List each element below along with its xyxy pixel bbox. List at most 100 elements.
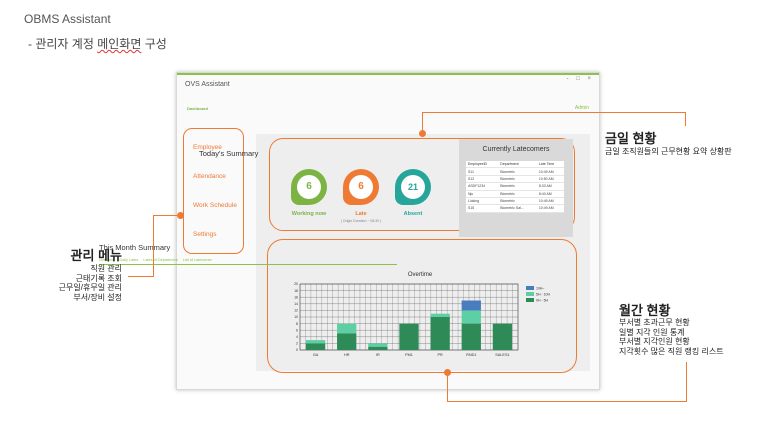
cell: Biometric (498, 167, 537, 176)
bar-segment (399, 323, 419, 350)
menu-highlight-frame: Employee Attendance Work Schedule Settin… (183, 128, 244, 254)
table-row[interactable]: Nju Biometric 8:40 AM (466, 190, 564, 198)
table-row[interactable]: S11 Biometric 10:49 AM (466, 167, 564, 176)
cell: S12 (466, 175, 499, 184)
bar-segment (461, 300, 481, 311)
annotation-line-today (422, 112, 686, 113)
menu-item-work-schedule[interactable]: Work Schedule (193, 202, 237, 209)
cell: S15 (466, 204, 499, 213)
tab-daily-lates[interactable]: Daily Lates (119, 258, 138, 262)
y-tick-label: 8 (296, 322, 298, 326)
y-tick-label: 4 (296, 335, 298, 339)
legend-label: 0H - 5H (536, 298, 549, 302)
doc-subtitle-prefix: - 관리자 계정 (28, 37, 98, 51)
column-header[interactable]: Late Time (536, 161, 564, 169)
annotation-menu-title: 관리 메뉴 (70, 248, 122, 263)
cell: Lioking (466, 197, 499, 206)
annotation-menu-lines: 직원 관리 근태기록 조회 근무일/휴무일 관리 부서/장비 설정 (20, 264, 122, 302)
today-summary-title: Today's Summary (199, 149, 259, 158)
cell: S11 (466, 167, 499, 176)
x-tick-label: RND1 (466, 353, 476, 357)
x-tick-label: SALES1 (495, 353, 509, 357)
table-row[interactable]: ASDF1234 Biometric 8:33 AM (466, 182, 564, 191)
bar-segment (492, 323, 513, 350)
y-tick-label: 12 (294, 309, 298, 313)
cell: Biometric (498, 182, 537, 191)
month-summary-tabs: Overtime Daily Lates Lates of Department… (99, 258, 397, 265)
cell: Biometric Sal... (498, 204, 537, 213)
annotation-month-line: 일별 지각 인원 통계 (619, 327, 685, 337)
annotation-line-menu-bottom (128, 276, 154, 277)
doc-subtitle: - 관리자 계정 메인화면 구성 (28, 35, 167, 52)
bar-segment (337, 323, 357, 334)
legend-label: 5H - 10H (536, 292, 550, 296)
annotation-month-title: 월간 현황 (619, 303, 671, 318)
menu-item-settings[interactable]: Settings (193, 231, 217, 238)
x-tick-label: PR (438, 353, 444, 357)
window-controls[interactable]: - □ × (567, 76, 594, 82)
window-title: OVS Assistant (185, 81, 230, 88)
y-tick-label: 6 (296, 328, 298, 332)
annotation-month-line: 부서별 지각인원 현황 (619, 337, 690, 346)
tab-list-of-latecomer[interactable]: List of Latecomer (183, 258, 212, 262)
late-gauge[interactable]: 6 (343, 169, 379, 205)
annotation-dot-month (444, 369, 451, 376)
absent-value: 21 (401, 175, 425, 199)
annotation-line-menu-top (153, 215, 180, 216)
cell: Nju (466, 190, 499, 198)
cell: 10:49 AM (536, 167, 564, 176)
annotation-menu-line: 부서/장비 설정 (73, 292, 122, 302)
annotation-month-line: 부서별 초과근무 현황 (619, 318, 690, 327)
admin-link[interactable]: Admin (575, 105, 589, 111)
latecomers-title: Currently Latecomers (482, 146, 550, 153)
tab-dashboard[interactable]: Dashboard (187, 106, 208, 111)
annotation-today-title: 금일 현황 (605, 131, 657, 146)
cell: 10:50 AM (536, 175, 564, 184)
latecomers-panel: Currently Latecomers EmployeeID Departme… (459, 139, 573, 237)
doc-subtitle-suffix: 구성 (141, 37, 167, 51)
tab-lates-of-department[interactable]: Lates of Department (143, 258, 177, 262)
bar-segment (461, 310, 481, 324)
table-row[interactable]: S15 Biometric Sal... 10:49 AM (466, 204, 564, 213)
column-header[interactable]: EmployeeID (466, 161, 499, 169)
column-header[interactable]: Department (498, 161, 537, 169)
absent-gauge[interactable]: 21 (395, 169, 431, 205)
cell: 10:49 AM (536, 197, 564, 206)
menu-item-attendance[interactable]: Attendance (193, 173, 226, 180)
late-label: Late (355, 211, 367, 217)
bar-segment (305, 343, 326, 350)
table-row[interactable]: Lioking Biometric 10:49 AM (466, 197, 564, 206)
overtime-chart: Overtime 0 2 4 6 8 10 12 14 16 18 20 GA HR IR PM1 PR RND1… (294, 272, 550, 357)
annotation-menu-line: 직원 관리 (90, 264, 122, 273)
working-now-value: 6 (297, 175, 321, 199)
annotation-line-menu-vert (153, 215, 154, 276)
cell: 8:40 AM (536, 190, 564, 198)
cell: Biometric (498, 175, 537, 184)
table-row[interactable]: S12 Biometric 10:50 AM (466, 175, 564, 184)
legend-swatch (526, 286, 534, 290)
x-tick-label: HR (344, 353, 350, 357)
y-tick-label: 10 (294, 315, 298, 319)
annotation-menu-line: 근태기록 조회 (75, 273, 122, 283)
cell: Biometric (498, 197, 537, 206)
window-accent-bar (177, 73, 599, 75)
x-tick-label: IR (376, 353, 380, 357)
working-now-label: Working now (291, 211, 327, 217)
annotation-month-line: 지각횟수 많은 직원 랭킹 리스트 (619, 346, 724, 356)
annotation-menu-line: 근무일/휴무일 관리 (58, 283, 122, 292)
bar-segment (461, 323, 481, 350)
latecomers-table: EmployeeID Department Late Time S11 Biome… (466, 161, 564, 213)
y-tick-label: 14 (294, 302, 298, 306)
legend-swatch (526, 292, 534, 296)
cell: 10:49 AM (536, 204, 564, 213)
bar-segment (430, 313, 450, 317)
annotation-line-month-vert (447, 376, 448, 401)
annotation-dot-today (419, 130, 426, 137)
cell: Biometric (498, 190, 537, 198)
y-tick-label: 20 (294, 282, 298, 286)
bar-segment (337, 333, 357, 350)
cell: ASDF1234 (466, 182, 499, 191)
annotation-line-month-bottom (447, 401, 687, 402)
working-now-gauge[interactable]: 6 (291, 169, 327, 205)
bar-segment (430, 317, 450, 350)
